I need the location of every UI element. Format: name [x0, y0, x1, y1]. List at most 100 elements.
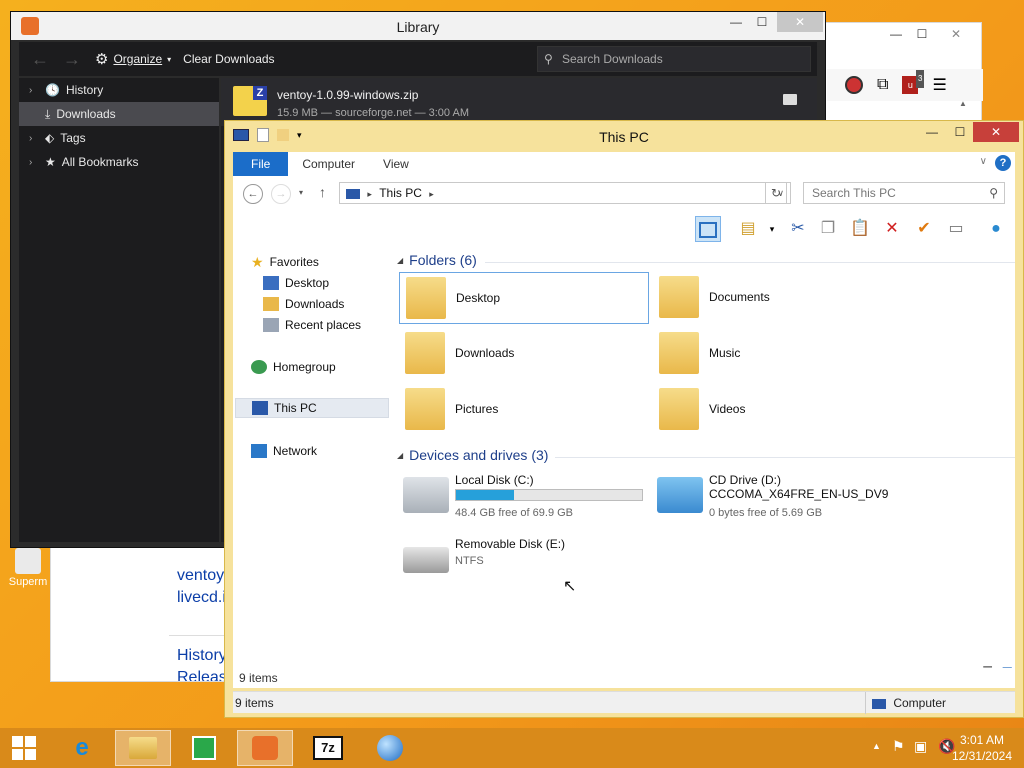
folder-downloads[interactable]: Downloads: [399, 328, 649, 380]
thispc-window[interactable]: ▾ This PC — ☐ ✕ File Computer View ∨ ? ←…: [224, 120, 1024, 718]
thispc-close-button[interactable]: ✕: [973, 122, 1019, 142]
taskbar-store[interactable]: [176, 730, 232, 766]
thispc-maximize-button[interactable]: ☐: [947, 122, 973, 142]
gear-icon: ⚙: [95, 51, 109, 68]
forward-button[interactable]: →: [271, 184, 291, 204]
show-hidden-icons-icon[interactable]: ▲: [872, 741, 881, 751]
paste-icon[interactable]: 📋: [847, 216, 873, 242]
action-center-flag-icon[interactable]: ⚑: [892, 738, 905, 755]
tab-computer[interactable]: Computer: [288, 152, 369, 176]
download-item[interactable]: ventoy-1.0.99-windows.zip 15.9 MB — sour…: [221, 78, 817, 126]
folder-options-icon[interactable]: ▤: [735, 216, 761, 242]
browser-link-history[interactable]: History: [177, 647, 227, 665]
ublock-icon[interactable]: u3: [902, 70, 925, 94]
downloads-folder-icon: [405, 332, 445, 374]
taskbar-7zip[interactable]: 7z: [300, 730, 356, 766]
status-bar: 9 items Computer: [233, 691, 1015, 714]
library-maximize-button[interactable]: ☐: [749, 12, 775, 32]
clock[interactable]: 3:01 AM 12/31/2024: [952, 732, 1012, 764]
nav-thispc[interactable]: This PC: [235, 398, 389, 418]
sidebar-item-history[interactable]: › 🕓 History: [19, 78, 219, 102]
folders-group-header[interactable]: ◢ Folders (6): [397, 252, 477, 268]
folder-desktop[interactable]: Desktop: [399, 272, 649, 324]
back-button[interactable]: ←: [243, 184, 263, 204]
network-globe-icon[interactable]: ●: [983, 216, 1009, 242]
copy-icon[interactable]: ❐: [815, 216, 841, 242]
taskbar-file-explorer[interactable]: [115, 730, 171, 766]
start-button[interactable]: [0, 730, 48, 766]
sidebar-item-downloads[interactable]: ⤓ Downloads: [19, 102, 219, 126]
library-minimize-button[interactable]: —: [723, 12, 749, 32]
sidebar-item-tags[interactable]: › ⬖ Tags: [19, 126, 219, 150]
address-bar[interactable]: ▸ This PC ▸ ∨: [339, 182, 791, 204]
taskbar-internet-explorer[interactable]: e: [54, 730, 110, 766]
desktop-shortcut[interactable]: Superm: [4, 548, 52, 588]
extensions-icon[interactable]: ⧉: [877, 76, 888, 94]
thispc-minimize-button[interactable]: —: [919, 122, 945, 142]
forward-arrow-icon[interactable]: →: [63, 49, 83, 70]
tab-file[interactable]: File: [233, 152, 289, 176]
preview-pane-icon[interactable]: [695, 216, 721, 242]
browser-minimize-button[interactable]: —: [885, 27, 907, 45]
shortcut-icon: [15, 548, 41, 574]
back-arrow-icon[interactable]: ←: [31, 49, 51, 70]
folder-music[interactable]: Music: [653, 328, 903, 380]
nav-network[interactable]: Network: [251, 441, 317, 461]
breadcrumb-thispc[interactable]: This PC: [379, 186, 422, 200]
browser-link-releases[interactable]: Releas: [177, 669, 227, 681]
nav-recent-places[interactable]: Recent places: [263, 315, 361, 335]
delete-icon[interactable]: ✕: [879, 216, 905, 242]
browser-maximize-button[interactable]: ☐: [911, 27, 933, 45]
recent-locations-icon[interactable]: ▾: [299, 188, 303, 197]
desktop-shortcut-label: Superm: [8, 576, 48, 588]
7zip-icon: 7z: [313, 736, 343, 760]
sidebar-item-label: Downloads: [56, 107, 116, 121]
nav-desktop[interactable]: Desktop: [263, 273, 329, 293]
drive-e[interactable]: Removable Disk (E:) NTFS: [399, 535, 659, 591]
folder-documents[interactable]: Documents: [653, 272, 903, 324]
drive-d[interactable]: CD Drive (D:) CCCOMA_X64FRE_EN-US_DV9 0 …: [653, 471, 913, 527]
refresh-button[interactable]: ↻: [765, 182, 787, 204]
nav-homegroup[interactable]: Homegroup: [251, 357, 336, 377]
browser-link-ventoy[interactable]: ventoy: [177, 567, 224, 585]
checkmark-icon[interactable]: ✔: [911, 216, 937, 242]
tab-view[interactable]: View: [369, 152, 423, 176]
reader-icon[interactable]: [845, 76, 863, 94]
clear-downloads-button[interactable]: Clear Downloads: [183, 52, 274, 66]
taskbar-firefox[interactable]: [237, 730, 293, 766]
nav-favorites[interactable]: ★ Favorites: [251, 252, 319, 272]
library-search-placeholder: Search Downloads: [562, 52, 663, 66]
library-titlebar: Library — ☐ ✕: [11, 12, 825, 40]
drive-c[interactable]: Local Disk (C:) 48.4 GB free of 69.9 GB: [399, 471, 659, 527]
help-icon[interactable]: ?: [995, 155, 1011, 171]
library-close-button[interactable]: ✕: [777, 12, 823, 32]
open-folder-icon[interactable]: [783, 94, 797, 105]
folder-videos[interactable]: Videos: [653, 384, 903, 436]
organize-menu[interactable]: ⚙ Organize ▾: [95, 50, 171, 68]
network-status-icon[interactable]: ▣: [914, 738, 927, 755]
chevron-right-icon[interactable]: ›: [29, 157, 39, 168]
browser-close-button[interactable]: ✕: [943, 27, 969, 45]
download-meta: 15.9 MB — sourceforge.net — 3:00 AM: [277, 107, 469, 119]
chevron-right-icon[interactable]: ›: [29, 85, 39, 96]
rename-icon[interactable]: ▭: [943, 216, 969, 242]
nav-downloads[interactable]: Downloads: [263, 294, 344, 314]
folder-label: Downloads: [455, 346, 515, 360]
devices-group-header[interactable]: ◢ Devices and drives (3): [397, 447, 548, 463]
taskbar-app[interactable]: [362, 730, 418, 766]
sidebar-item-all-bookmarks[interactable]: › ★ All Bookmarks: [19, 150, 219, 174]
chevron-right-icon[interactable]: ›: [29, 133, 39, 144]
star-icon: ★: [251, 253, 264, 270]
drive-c-name: Local Disk (C:): [455, 473, 534, 487]
browser-link-livecd[interactable]: livecd.i: [177, 589, 226, 607]
folder-pictures[interactable]: Pictures: [399, 384, 649, 436]
library-search-input[interactable]: ⚲ Search Downloads: [537, 46, 811, 72]
browser-scroll-up[interactable]: ▲: [959, 99, 967, 108]
up-arrow-icon[interactable]: ↑: [319, 184, 326, 200]
search-input[interactable]: Search This PC ⚲: [803, 182, 1005, 204]
cut-icon[interactable]: ✂: [785, 216, 811, 242]
thispc-titlebar: ▾ This PC — ☐ ✕: [225, 121, 1023, 151]
expand-ribbon-icon[interactable]: ∨: [980, 156, 987, 167]
folder-options-dropdown-icon[interactable]: ▾: [759, 216, 785, 242]
menu-icon[interactable]: ☰: [932, 75, 946, 95]
